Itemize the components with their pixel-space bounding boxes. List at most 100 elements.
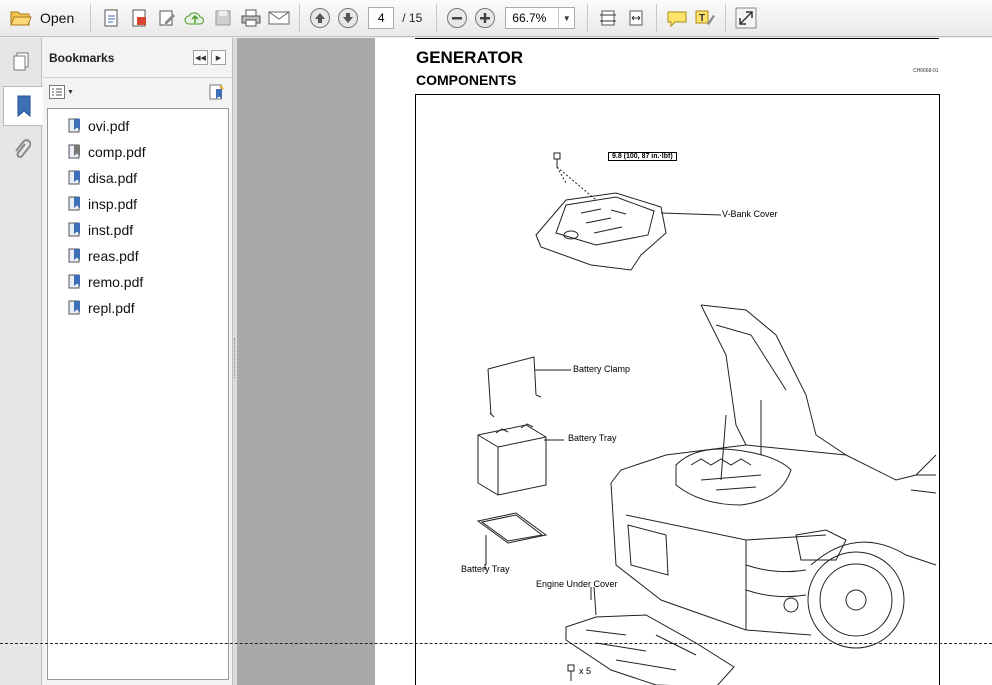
previous-page-button[interactable] [306, 4, 334, 32]
vbank-cover-label: V-Bank Cover [722, 209, 778, 219]
bookmark-page-icon [68, 144, 80, 159]
toolbar-separator [299, 4, 301, 32]
bookmark-item[interactable]: inst.pdf [48, 217, 228, 243]
bookmark-item[interactable]: reas.pdf [48, 243, 228, 269]
create-pdf-button[interactable] [97, 4, 125, 32]
bookmark-label: ovi.pdf [88, 118, 130, 134]
bookmark-label: insp.pdf [88, 196, 138, 212]
highlight-button[interactable]: T [691, 4, 719, 32]
bookmark-item[interactable]: comp.pdf [48, 139, 228, 165]
options-menu-button[interactable]: ▼ [49, 85, 74, 99]
save-button[interactable] [209, 4, 237, 32]
bookmark-page-icon [68, 248, 80, 263]
bookmark-label: comp.pdf [88, 144, 146, 160]
bookmark-page-icon [68, 118, 80, 133]
bookmark-page-icon [68, 222, 80, 237]
fullscreen-icon [735, 7, 757, 29]
figure-code: CH6668-01 [913, 68, 939, 74]
bookmark-item[interactable]: disa.pdf [48, 165, 228, 191]
pages-panel-button[interactable] [3, 42, 39, 82]
battery-tray-top-label: Battery Tray [568, 433, 617, 443]
torque-label: 9.8 (100, 87 in.·lbf) [608, 152, 677, 161]
fit-width-button[interactable] [622, 4, 650, 32]
bookmark-item[interactable]: ovi.pdf [48, 113, 228, 139]
bookmark-label: inst.pdf [88, 222, 134, 238]
previous-page-icon [310, 8, 331, 28]
toolbar-separator [436, 4, 438, 32]
toolbar: Open 4 / 15 66.7% ▼ T [0, 0, 992, 37]
bolt-quantity-label: x 5 [579, 666, 592, 676]
page-number-input[interactable]: 4 [368, 7, 395, 29]
bookmarks-toolbar: ▼ [43, 78, 232, 106]
bookmarks-icon [17, 95, 30, 118]
bookmarks-panel: Bookmarks ◀◀ ▶ ▼ ovi.pdf comp.pdf disa.pdf… [43, 38, 233, 685]
page-total: / 15 [402, 11, 423, 25]
bookmarks-panel-button[interactable] [3, 86, 43, 126]
open-button[interactable]: Open [0, 4, 84, 32]
zoom-in-button[interactable] [471, 4, 499, 32]
page-title: GENERATOR [416, 48, 524, 67]
print-icon [241, 9, 261, 27]
next-page-button[interactable] [334, 4, 362, 32]
bookmark-label: remo.pdf [88, 274, 144, 290]
battery-clamp-label: Battery Clamp [573, 364, 631, 374]
open-label: Open [40, 10, 75, 26]
svg-text:T: T [699, 13, 705, 24]
toolbar-separator [725, 4, 727, 32]
fit-page-button[interactable] [594, 4, 622, 32]
document-viewport[interactable]: GENERATOR COMPONENTS CH6668-01 9.8 (100,… [237, 38, 992, 685]
next-page-icon [338, 8, 359, 28]
bookmark-item[interactable]: repl.pdf [48, 295, 228, 321]
pdf-page: GENERATOR COMPONENTS CH6668-01 9.8 (100,… [375, 38, 992, 685]
options-list-icon [49, 85, 65, 99]
page-top-rule [415, 38, 939, 39]
bookmark-page-icon [68, 274, 80, 289]
open-folder-icon [10, 11, 32, 26]
pages-icon [13, 52, 29, 71]
comment-icon [667, 11, 687, 28]
zoom-out-icon [447, 8, 468, 28]
zoom-value: 66.7% [512, 11, 547, 25]
attachments-panel-button[interactable] [3, 130, 39, 170]
edit-button[interactable] [153, 4, 181, 32]
bookmark-item[interactable]: remo.pdf [48, 269, 228, 295]
engine-under-cover-label: Engine Under Cover [536, 579, 618, 589]
attachments-icon [15, 139, 31, 158]
zoom-select[interactable]: 66.7% ▼ [505, 7, 576, 29]
battery-tray-bottom-label: Battery Tray [461, 564, 510, 574]
upload-button[interactable] [181, 4, 209, 32]
fit-width-icon [629, 10, 643, 26]
chevron-down-icon[interactable]: ▼ [558, 8, 574, 28]
print-button[interactable] [237, 4, 265, 32]
toolbar-separator [587, 4, 589, 32]
combine-button[interactable] [125, 4, 153, 32]
zoom-out-button[interactable] [443, 4, 471, 32]
page-subtitle: COMPONENTS [416, 72, 517, 88]
create-pdf-icon [104, 9, 118, 27]
toolbar-separator [656, 4, 658, 32]
page-break-guide [0, 643, 992, 644]
bookmark-page-icon [68, 196, 80, 211]
fullscreen-button[interactable] [732, 4, 760, 32]
combine-icon [132, 9, 147, 27]
edit-icon [159, 10, 176, 26]
new-bookmark-icon[interactable] [208, 83, 226, 101]
bookmark-item[interactable]: insp.pdf [48, 191, 228, 217]
zoom-in-icon [475, 8, 496, 28]
bookmark-label: disa.pdf [88, 170, 138, 186]
upload-cloud-icon [184, 12, 205, 25]
bookmarks-header: Bookmarks ◀◀ ▶ [43, 38, 232, 78]
highlight-icon: T [695, 10, 716, 25]
chevron-down-icon: ▼ [67, 88, 74, 96]
navigation-pane-strip [0, 38, 43, 685]
collapse-panel-icon[interactable]: ◀◀ [193, 50, 208, 65]
splitter-grip[interactable] [234, 338, 236, 378]
fit-page-icon [600, 10, 617, 26]
bookmarks-list: ovi.pdf comp.pdf disa.pdf insp.pdf inst.pdf r… [47, 108, 229, 680]
bookmarks-title: Bookmarks [49, 50, 115, 65]
bookmark-label: repl.pdf [88, 300, 135, 316]
email-button[interactable] [265, 4, 293, 32]
bookmark-label: reas.pdf [88, 248, 139, 264]
comment-button[interactable] [663, 4, 691, 32]
expand-panel-icon[interactable]: ▶ [211, 50, 226, 65]
